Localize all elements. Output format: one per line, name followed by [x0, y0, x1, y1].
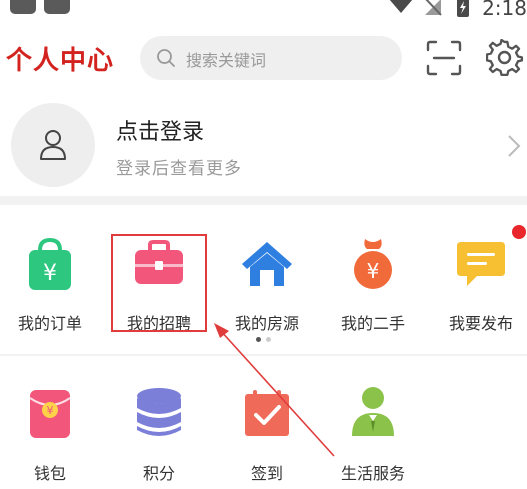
login-card[interactable]: 点击登录 登录后查看更多: [0, 98, 527, 194]
menu-item-life-services[interactable]: 生活服务: [323, 380, 423, 485]
money-bag-icon: ¥: [354, 239, 392, 289]
search-input[interactable]: 搜索关键词: [140, 36, 402, 80]
status-icon: [44, 0, 70, 14]
menu-item-housing[interactable]: 我的房源: [217, 232, 317, 333]
menu-item-label: 我的二手: [340, 314, 405, 333]
scan-icon[interactable]: [426, 40, 462, 76]
notification-badge: [512, 225, 526, 239]
menu-item-label: 我的订单: [17, 314, 82, 333]
gear-icon[interactable]: [486, 39, 524, 77]
house-icon: [242, 242, 292, 286]
menu-item-points[interactable]: 积分: [109, 380, 209, 485]
red-envelope-icon: ¥: [29, 390, 71, 438]
menu-item-label: 钱包: [33, 464, 66, 483]
service-person-icon: [352, 387, 394, 436]
menu-item-checkin[interactable]: 签到: [217, 380, 317, 485]
login-subtitle: 登录后查看更多: [116, 159, 242, 179]
menu-item-wallet[interactable]: ¥ 钱包: [0, 380, 100, 485]
search-icon: [157, 49, 175, 67]
svg-text:¥: ¥: [367, 259, 380, 283]
svg-text:¥: ¥: [47, 404, 54, 417]
page-title: 个人中心: [6, 46, 115, 76]
chevron-right-icon: [508, 135, 521, 157]
search-placeholder: 搜索关键词: [186, 51, 267, 70]
signal-icon: [425, 0, 442, 16]
menu-item-label: 积分: [142, 464, 175, 483]
menu-item-label: 签到: [250, 464, 283, 483]
status-bar: 2:18: [0, 0, 527, 22]
message-icon: [457, 242, 505, 286]
menu-item-label: 我的房源: [234, 314, 299, 333]
battery-icon: [457, 0, 469, 17]
menu-item-publish[interactable]: 我要发布: [431, 232, 527, 333]
status-icon: [10, 0, 36, 14]
status-time: 2:18: [482, 0, 527, 20]
coin-stack-icon: [137, 388, 181, 436]
page-dot: [266, 337, 271, 342]
checkin-icon: [245, 390, 289, 436]
header: 个人中心 搜索关键词: [0, 30, 527, 88]
avatar[interactable]: [11, 103, 95, 187]
user-icon: [40, 130, 66, 160]
menu-item-label: 我要发布: [448, 314, 513, 333]
login-title: 点击登录: [116, 120, 205, 145]
divider: [0, 354, 527, 356]
menu-item-label: 生活服务: [340, 464, 405, 483]
menu-item-orders[interactable]: ¥ 我的订单: [0, 232, 100, 333]
menu-item-secondhand[interactable]: ¥ 我的二手: [323, 232, 423, 333]
shopping-bag-icon: ¥: [29, 238, 71, 290]
highlight-box: [111, 234, 207, 332]
divider: [0, 196, 527, 205]
page-dot-active: [256, 337, 261, 342]
wifi-icon: [389, 0, 413, 13]
svg-text:¥: ¥: [43, 261, 57, 286]
